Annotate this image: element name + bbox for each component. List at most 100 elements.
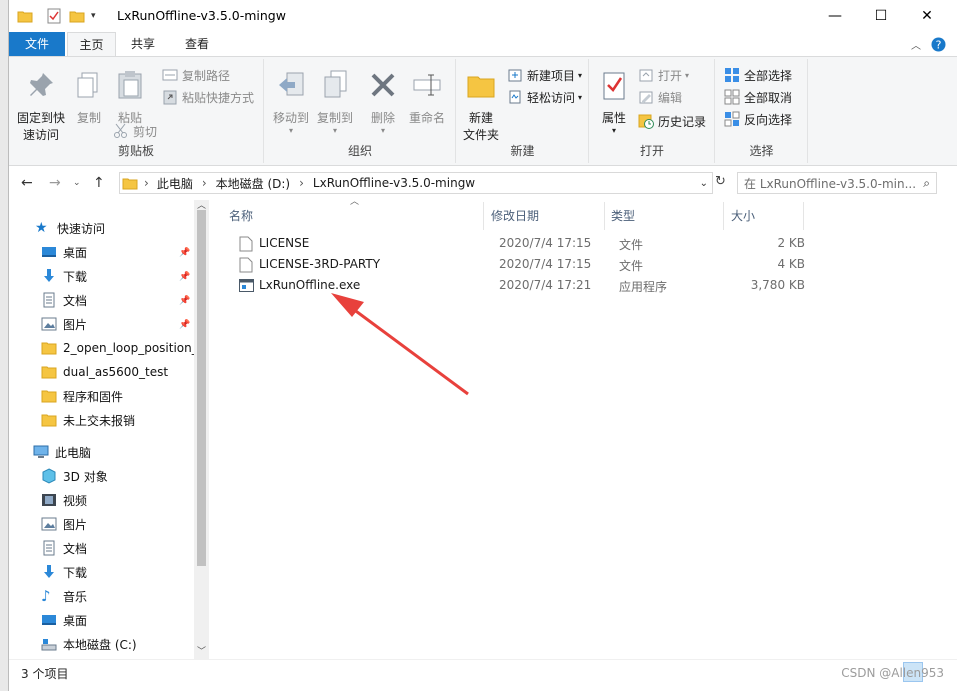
group-open: 属性 ▾ 打开 ▾ 编辑 历史记录 打开 [590,59,715,163]
history-button[interactable]: 历史记录 [638,111,706,131]
select-all-button[interactable]: 全部选择 [724,65,792,85]
collapse-ribbon-icon[interactable]: ︿ [911,37,921,52]
nav-label: 未上交未报销 [63,413,136,428]
file-size: 4 KB [777,257,805,271]
recent-locations-icon[interactable]: ⌄ [73,178,81,188]
up-arrow-icon[interactable]: ↑ [93,175,105,191]
properties-check-icon[interactable] [47,8,61,24]
edit-button[interactable]: 编辑 [638,87,682,107]
pictures-icon [41,317,57,331]
nav-item-drive-c[interactable]: 本地磁盘 (C:) [41,632,137,656]
new-item-button[interactable]: 新建项目 ▾ [507,65,582,85]
new-item-dropdown-icon: ▾ [578,70,583,80]
easy-access-button[interactable]: 轻松访问 ▾ [507,87,582,107]
column-divider[interactable] [483,202,484,230]
move-to-button[interactable]: 移动到 ▾ [269,69,313,135]
file-row[interactable]: LxRunOffline.exe 2020/7/4 17:21 应用程序 3,7… [229,275,809,296]
pinned-icon[interactable]: 📌 [179,320,190,330]
quick-access-toolbar: ▾ [17,7,96,25]
address-bar[interactable]: › 此电脑 › 本地磁盘 (D:) › LxRunOffline-v3.5.0-… [119,172,713,194]
properties-button[interactable]: 属性 ▾ [596,69,632,135]
nav-quick-access[interactable]: ★ 快速访问 [35,216,105,240]
nav-item-folder[interactable]: 未上交未报销 [41,408,135,432]
cut-label: 剪切 [133,124,158,139]
minimize-button[interactable]: — [812,0,858,32]
breadcrumb-current-folder[interactable]: LxRunOffline-v3.5.0-mingw [313,176,475,190]
copy-icon [77,72,98,98]
tab-file[interactable]: 文件 [9,32,65,56]
nav-item-folder[interactable]: 程序和固件 [41,384,123,408]
copy-button[interactable]: 复制 [69,69,109,127]
help-icon[interactable]: ? [931,37,946,52]
nav-label: 本地磁盘 (C:) [63,637,137,652]
pinned-icon[interactable]: 📌 [179,272,190,282]
tab-share[interactable]: 共享 [121,32,165,56]
invert-selection-button[interactable]: 反向选择 [724,109,792,129]
copy-to-button[interactable]: 复制到 ▾ [313,69,357,135]
breadcrumb-this-pc[interactable]: 此电脑 [157,175,193,192]
nav-scrollbar[interactable]: ︿ ﹀ [194,200,209,659]
pin-label: 固定到快 速访问 [16,111,65,142]
nav-item-downloads[interactable]: 下载 [41,560,87,584]
back-arrow-icon[interactable]: ← [21,175,33,191]
search-input[interactable]: 在 LxRunOffline-v3.5.0-min... ⌕ [737,172,937,194]
tab-home[interactable]: 主页 [67,32,116,57]
column-header-modified[interactable]: 修改日期 [491,207,539,224]
copy-label: 复制 [76,111,101,125]
download-arrow-icon [44,269,54,282]
svg-text:?: ? [936,39,942,52]
qa-dropdown-icon[interactable]: ▾ [91,11,96,21]
nav-item-documents[interactable]: 文档 [41,288,87,312]
paste-button[interactable]: 粘贴 [109,69,151,127]
copy-path-button[interactable]: 复制路径 [162,65,230,85]
select-all-icon [725,68,739,82]
paste-shortcut-button[interactable]: 粘贴快捷方式 [162,87,254,107]
nav-item-folder[interactable]: 2_open_loop_position_ [41,336,198,360]
close-button[interactable]: ✕ [904,0,950,32]
new-folder-label: 新建 文件夹 [462,111,499,142]
nav-item-documents[interactable]: 文档 [41,536,87,560]
group-organize: 移动到 ▾ 复制到 ▾ 删除 ▾ 重命名 组织 [265,59,456,163]
column-header-name[interactable]: 名称 [229,207,253,224]
select-none-button[interactable]: 全部取消 [724,87,792,107]
copy-path-label: 复制路径 [182,68,231,83]
address-dropdown-icon[interactable]: ⌄ [700,178,708,189]
file-row[interactable]: LICENSE 2020/7/4 17:15 文件 2 KB [229,233,809,254]
pinned-icon[interactable]: 📌 [179,248,190,258]
column-header-type[interactable]: 类型 [611,207,635,224]
nav-this-pc[interactable]: 此电脑 [33,440,91,464]
nav-item-pictures[interactable]: 图片 [41,512,87,536]
breadcrumb-drive-d[interactable]: 本地磁盘 (D:) [216,175,290,192]
column-divider[interactable] [604,202,605,230]
document-icon [43,292,55,308]
rename-button[interactable]: 重命名 [403,69,451,127]
nav-item-desktop[interactable]: 桌面 [41,240,87,264]
maximize-button[interactable]: ☐ [858,0,904,32]
refresh-icon[interactable]: ↻ [715,174,726,189]
column-divider[interactable] [723,202,724,230]
column-divider[interactable] [803,202,804,230]
sort-ascending-icon: ︿ [350,197,360,207]
forward-arrow-icon[interactable]: → [49,175,61,191]
copy-to-icon [324,70,347,98]
nav-item-music[interactable]: ♪ 音乐 [41,584,87,608]
open-button[interactable]: 打开 ▾ [638,65,689,85]
scroll-down-icon[interactable]: ﹀ [197,644,206,657]
pinned-icon[interactable]: 📌 [179,296,190,306]
nav-item-videos[interactable]: 视频 [41,488,87,512]
delete-button[interactable]: 删除 ▾ [365,69,401,135]
nav-item-folder[interactable]: dual_as5600_test [41,360,168,384]
new-folder-qa-icon[interactable] [69,9,85,23]
column-header-size[interactable]: 大小 [731,207,755,224]
nav-item-desktop[interactable]: 桌面 [41,608,87,632]
nav-item-pictures[interactable]: 图片 [41,312,87,336]
nav-item-downloads[interactable]: 下载 [41,264,87,288]
pin-quick-access-button[interactable]: 固定到快 速访问 [13,69,69,144]
search-icon[interactable]: ⌕ [923,176,930,191]
scrollbar-thumb[interactable] [197,210,206,566]
tab-view[interactable]: 查看 [175,32,219,56]
file-row[interactable]: LICENSE-3RD-PARTY 2020/7/4 17:15 文件 4 KB [229,254,809,275]
new-folder-button[interactable]: 新建 文件夹 [459,69,503,144]
nav-item-3d-objects[interactable]: 3D 对象 [41,464,108,488]
cut-button[interactable]: 剪切 [113,121,157,141]
